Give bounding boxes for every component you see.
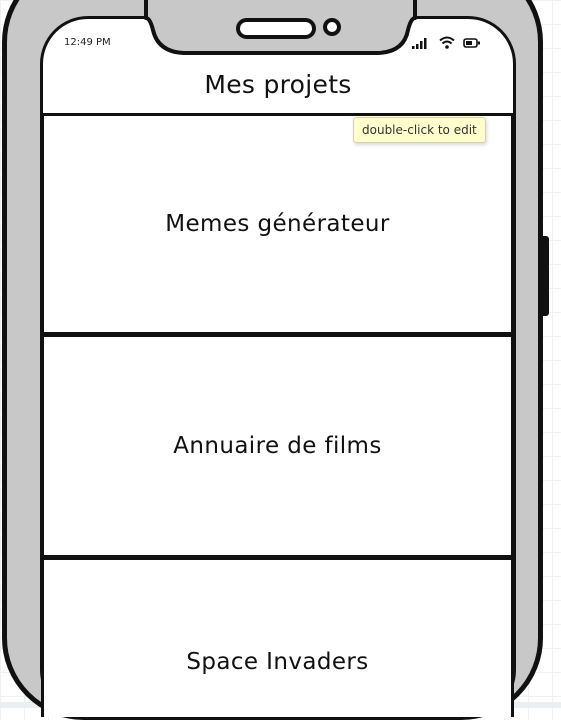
signal-icon <box>412 37 427 49</box>
edit-tooltip: double-click to edit <box>353 117 486 143</box>
project-card-label: Annuaire de films <box>173 433 382 459</box>
page-title: Mes projets <box>204 70 352 99</box>
project-card-space-invaders[interactable]: Space Invaders <box>41 557 514 717</box>
project-card-label: Space Invaders <box>186 649 369 675</box>
front-camera <box>323 18 341 36</box>
status-icons <box>411 36 481 49</box>
project-card-label: Memes générateur <box>165 211 390 237</box>
status-time: 12:49 PM <box>64 37 111 48</box>
wifi-icon <box>439 36 455 49</box>
project-card-annuaire[interactable]: Annuaire de films <box>41 334 514 558</box>
battery-icon <box>463 37 480 48</box>
project-card-memes[interactable]: Memes générateur <box>41 113 514 335</box>
notch <box>144 0 417 55</box>
speaker-grille <box>236 18 316 39</box>
